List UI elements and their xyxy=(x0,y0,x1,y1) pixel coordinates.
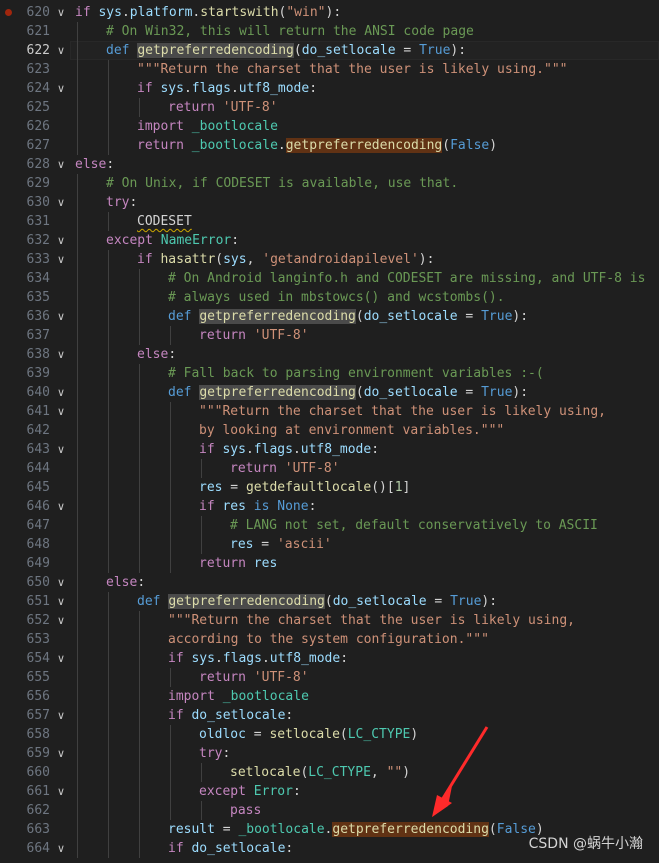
code-editor[interactable]: 620 ∨ if sys.platform.startswith("win"): 62… xyxy=(0,0,659,863)
annotation-arrow xyxy=(432,726,489,817)
watermark: CSDN @蜗牛小瀚 xyxy=(528,836,643,852)
